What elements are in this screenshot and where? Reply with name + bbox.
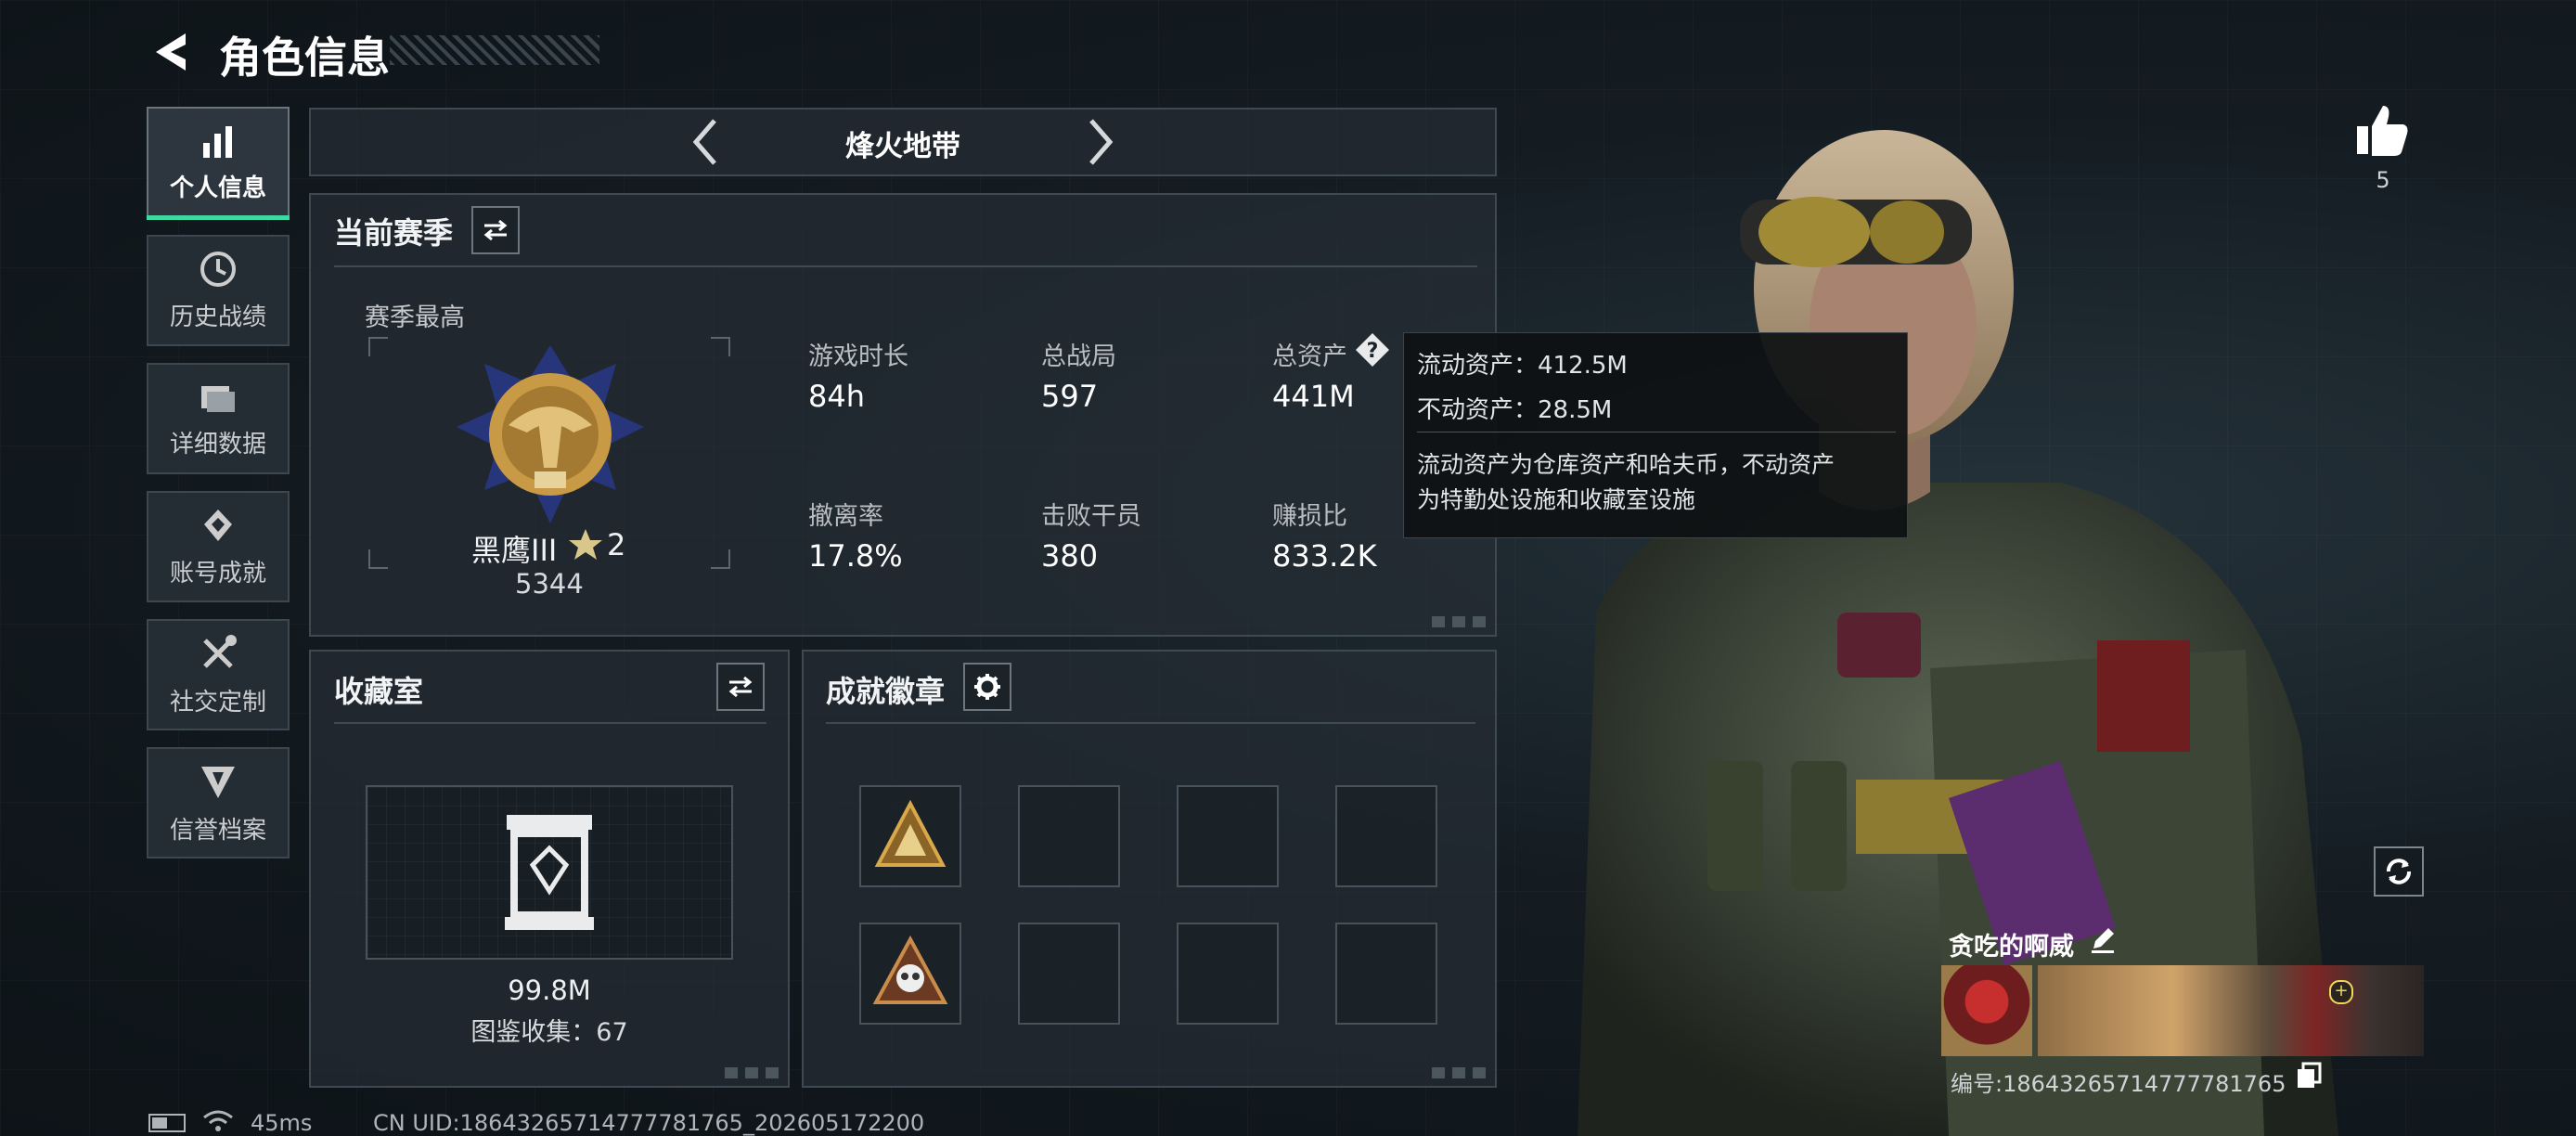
- sidebar-item-reputation[interactable]: 信誉档案: [147, 747, 290, 858]
- tooltip-liquid-assets: 流动资产：412.5M: [1417, 352, 1628, 380]
- like-button[interactable]: [2355, 102, 2409, 158]
- history-clock-icon: [200, 251, 236, 287]
- season-switch-button[interactable]: [471, 206, 520, 254]
- sidebar-item-social[interactable]: 社交定制: [147, 619, 290, 730]
- tooltip-desc-line-2: 为特勤处设施和收藏室设施: [1417, 486, 1696, 513]
- bar-chart-icon: [203, 125, 232, 158]
- player-uid: 编号:18643265714777781765: [1951, 1071, 2286, 1097]
- add-icon[interactable]: +: [2329, 980, 2353, 1004]
- collection-catalog-count: 图鉴收集：67: [470, 1018, 628, 1047]
- badge-slot[interactable]: [859, 923, 961, 1025]
- collection-switch-button[interactable]: [716, 663, 765, 711]
- badge-slot-empty[interactable]: [1018, 923, 1120, 1025]
- tooltip-fixed-assets: 不动资产：28.5M: [1417, 396, 1613, 424]
- gear-icon: [974, 674, 1000, 700]
- back-button[interactable]: [148, 28, 195, 76]
- badges-settings-button[interactable]: [963, 663, 1011, 711]
- player-name-card-banner[interactable]: +: [2038, 965, 2424, 1056]
- refresh-icon: [2387, 858, 2411, 884]
- stat-profit-ratio-label: 赚损比: [1272, 502, 1347, 531]
- sidebar-item-label: 账号成就: [169, 559, 266, 587]
- panel-corner-deco: [725, 1067, 780, 1078]
- reputation-icon: [201, 766, 235, 798]
- svg-text:?: ?: [1367, 340, 1379, 363]
- swap-icon: [483, 219, 508, 241]
- panel-corner-deco: [1432, 1067, 1488, 1078]
- badge-slot[interactable]: [859, 785, 961, 887]
- badge-slot-empty[interactable]: [1018, 785, 1120, 887]
- divider: [826, 722, 1475, 724]
- rank-medal-icon: [457, 345, 644, 523]
- panel-corner-deco: [1432, 616, 1488, 627]
- tools-icon: [203, 634, 237, 668]
- triangle-badge-icon: [874, 799, 947, 867]
- sidebar-item-detail-data[interactable]: 详细数据: [147, 363, 290, 474]
- edit-name-icon[interactable]: [2088, 924, 2118, 954]
- folder-icon: [201, 385, 235, 412]
- divider: [334, 722, 766, 724]
- badges-title: 成就徽章: [826, 674, 946, 709]
- sidebar-item-label: 详细数据: [169, 430, 266, 458]
- stat-assets-label: 总资产: [1272, 342, 1347, 371]
- stat-profit-ratio-value: 833.2K: [1272, 538, 1377, 574]
- active-indicator: [147, 215, 290, 220]
- badge-slot-empty[interactable]: [1177, 785, 1279, 887]
- sidebar-item-personal-info[interactable]: 个人信息: [147, 107, 290, 220]
- page-title: 角色信息: [219, 32, 390, 83]
- rotate-view-button[interactable]: [2374, 846, 2424, 897]
- battery-icon: [148, 1114, 186, 1132]
- stat-assets-value: 441M: [1272, 379, 1355, 414]
- ping-value: 45ms: [251, 1110, 313, 1136]
- badge-slot-empty[interactable]: [1335, 785, 1437, 887]
- sidebar-item-label: 信誉档案: [169, 816, 266, 845]
- sidebar-item-history[interactable]: 历史战绩: [147, 235, 290, 346]
- season-title: 当前赛季: [334, 215, 454, 251]
- like-count: 5: [2376, 167, 2390, 193]
- skull-badge-icon: [872, 935, 948, 1004]
- wifi-icon: [203, 1110, 233, 1131]
- collection-title: 收藏室: [334, 674, 424, 709]
- season-best-label: 赛季最高: [365, 303, 465, 332]
- title-stripes: [390, 35, 599, 65]
- stat-playtime-label: 游戏时长: [808, 342, 908, 371]
- sidebar-item-label: 社交定制: [169, 688, 266, 716]
- prev-mode-button[interactable]: [687, 115, 724, 169]
- stat-kills-value: 380: [1041, 538, 1099, 574]
- thumbs-up-icon: [2357, 106, 2408, 156]
- swap-icon: [728, 676, 753, 698]
- tooltip-desc-line-1: 流动资产为仓库资产和哈夫币，不动资产: [1417, 451, 1835, 478]
- stat-extract-rate-value: 17.8%: [808, 538, 903, 574]
- achievement-icon: [204, 509, 232, 541]
- sidebar-item-label: 历史战绩: [169, 303, 266, 331]
- stat-playtime-value: 84h: [808, 379, 865, 414]
- assets-tooltip: 流动资产：412.5M 不动资产：28.5M 流动资产为仓库资产和哈夫币，不动资…: [1403, 332, 1908, 538]
- stat-matches-value: 597: [1041, 379, 1099, 414]
- badge-slot-empty[interactable]: [1335, 923, 1437, 1025]
- rank-score: 5344: [515, 568, 584, 600]
- assets-help-button[interactable]: ?: [1355, 332, 1390, 368]
- rank-stars: 2: [607, 527, 626, 562]
- collection-room-icon: [505, 815, 594, 930]
- badge-slot-empty[interactable]: [1177, 923, 1279, 1025]
- player-avatar[interactable]: [1941, 965, 2032, 1056]
- mode-name: 烽火地带: [845, 130, 960, 163]
- stat-matches-label: 总战局: [1041, 342, 1116, 371]
- stat-kills-label: 击败干员: [1041, 502, 1141, 531]
- sidebar-item-achievements[interactable]: 账号成就: [147, 491, 290, 602]
- question-icon: ?: [1356, 333, 1389, 367]
- star-icon: [569, 529, 602, 560]
- rank-name: 黑鹰III: [471, 533, 558, 568]
- next-mode-button[interactable]: [1082, 115, 1119, 169]
- player-name: 贪吃的啊威: [1949, 933, 2074, 962]
- sidebar-item-label: 个人信息: [169, 174, 266, 202]
- stat-extract-rate-label: 撤离率: [808, 502, 883, 531]
- footer-uid: CN UID:18643265714777781765_202605172200: [373, 1110, 925, 1136]
- collection-value: 99.8M: [508, 975, 591, 1006]
- copy-icon[interactable]: [2296, 1062, 2322, 1090]
- divider: [334, 265, 1477, 267]
